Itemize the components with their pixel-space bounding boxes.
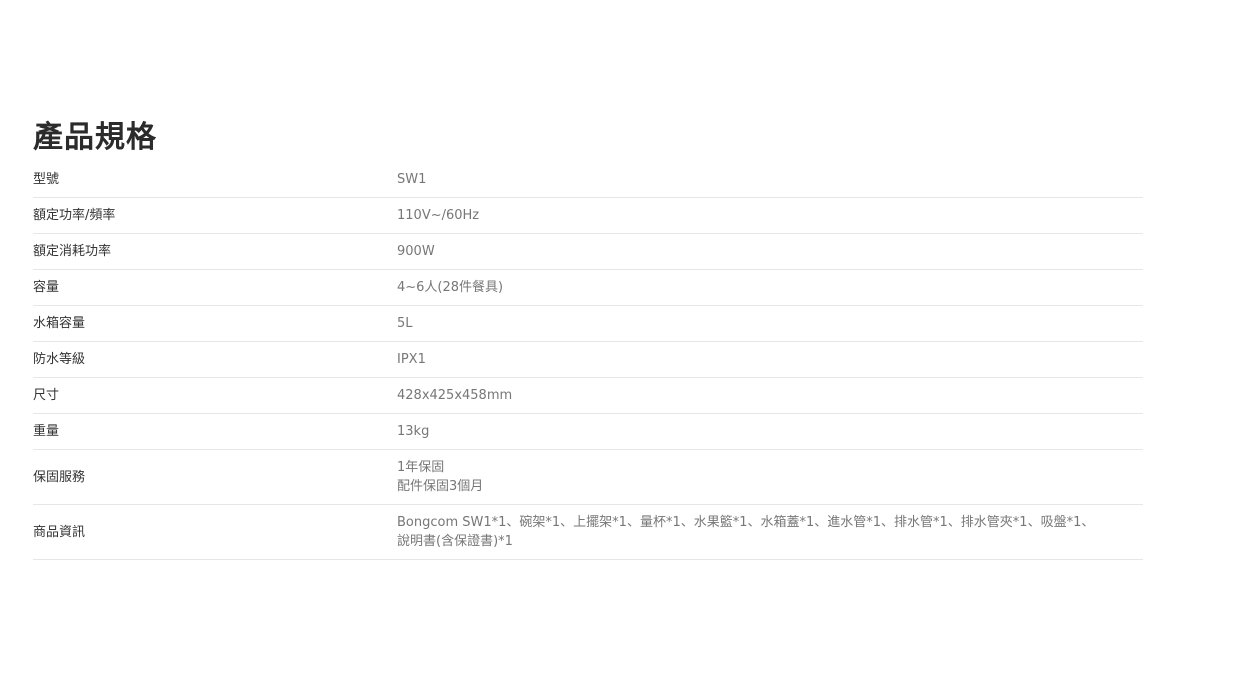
spec-row-rated-consumption: 額定消耗功率 900W [33,234,1143,270]
spec-row-capacity: 容量 4~6人(28件餐具) [33,270,1143,306]
spec-value-line: 配件保固3個月 [397,479,484,494]
spec-value: IPX1 [397,342,1143,378]
spec-label: 商品資訊 [33,524,86,540]
spec-label: 重量 [33,424,60,439]
spec-value: 900W [397,234,1143,270]
spec-row-tank-capacity: 水箱容量 5L [33,306,1143,342]
spec-label: 額定消耗功率 [33,244,112,259]
spec-table: 型號 SW1 額定功率/頻率 110V~/60Hz 額定消耗功率 900W 容量 [33,170,1143,560]
spec-value-line: Bongcom SW1*1、碗架*1、上擺架*1、量杯*1、水果籃*1、水箱蓋*… [397,515,1095,530]
spec-value-line: 13kg [397,424,430,439]
spec-value-line: 說明書(含保證書)*1 [397,534,513,549]
spec-row-dimensions: 尺寸 428x425x458mm [33,378,1143,414]
spec-value-line: 428x425x458mm [397,388,513,403]
spec-value-line: IPX1 [397,352,426,367]
spec-label: 尺寸 [33,388,60,403]
spec-label: 保固服務 [33,469,86,485]
spec-section: 產品規格 型號 SW1 額定功率/頻率 110V~/60Hz 額定消耗功率 90… [33,118,1143,560]
spec-value: 1年保固 配件保固3個月 [397,450,1143,505]
spec-value: 4~6人(28件餐具) [397,270,1143,306]
spec-value-line: 1年保固 [397,460,445,475]
spec-row-waterproof-rating: 防水等級 IPX1 [33,342,1143,378]
spec-value: SW1 [397,170,1143,198]
spec-label: 容量 [33,280,60,295]
spec-row-weight: 重量 13kg [33,414,1143,450]
spec-value-line: 5L [397,316,413,331]
spec-value: 5L [397,306,1143,342]
spec-row-rated-power-frequency: 額定功率/頻率 110V~/60Hz [33,198,1143,234]
spec-value-line: 900W [397,244,435,259]
spec-label: 額定功率/頻率 [33,208,116,223]
spec-label: 型號 [33,172,60,187]
spec-label: 防水等級 [33,352,86,367]
spec-value: 428x425x458mm [397,378,1143,414]
spec-value: 110V~/60Hz [397,198,1143,234]
spec-value: 13kg [397,414,1143,450]
spec-table-body: 型號 SW1 額定功率/頻率 110V~/60Hz 額定消耗功率 900W 容量 [33,170,1143,560]
spec-row-package-contents: 商品資訊 Bongcom SW1*1、碗架*1、上擺架*1、量杯*1、水果籃*1… [33,505,1143,560]
page-title: 產品規格 [33,120,157,155]
spec-row-model: 型號 SW1 [33,170,1143,198]
spec-label: 水箱容量 [33,316,86,331]
spec-value-line: 4~6人(28件餐具) [397,280,504,295]
spec-row-warranty: 保固服務 1年保固 配件保固3個月 [33,450,1143,505]
spec-value-line: 110V~/60Hz [397,208,480,223]
spec-value-line: SW1 [397,172,427,187]
spec-value: Bongcom SW1*1、碗架*1、上擺架*1、量杯*1、水果籃*1、水箱蓋*… [397,505,1143,560]
